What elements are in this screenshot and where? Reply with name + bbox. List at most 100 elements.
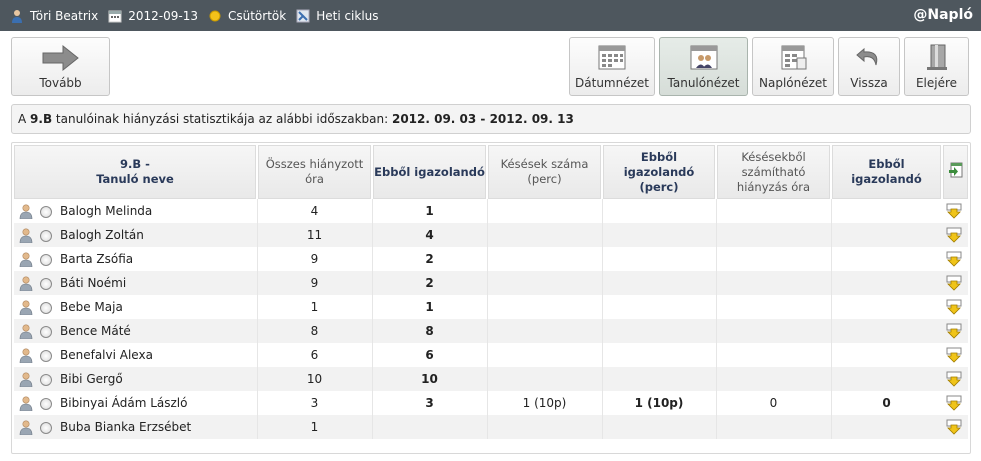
download-icon[interactable] <box>946 347 962 366</box>
download-icon[interactable] <box>946 299 962 318</box>
download-icon[interactable] <box>946 371 962 390</box>
cell-late-excusable: 1 (10p) <box>634 396 684 410</box>
download-icon[interactable] <box>946 419 962 438</box>
student-name[interactable]: Bebe Maja <box>14 295 256 319</box>
absence-table: 9.B - Tanuló neve Összes hiányzott óra E… <box>11 142 971 454</box>
download-icon[interactable] <box>946 227 962 246</box>
cycle-info[interactable]: Heti ciklus <box>296 8 379 23</box>
cell-missed-excusable: 3 <box>425 396 434 410</box>
cell-late-hours <box>717 415 830 439</box>
info-middle: tanulóinak hiányzási statisztikája az al… <box>52 112 392 126</box>
student-name[interactable]: Balogh Zoltán <box>14 223 256 247</box>
cell-late-hours <box>717 247 830 271</box>
cycle-name: Heti ciklus <box>316 8 379 23</box>
student-name[interactable]: Balogh Melinda <box>14 199 256 223</box>
back-button[interactable]: Vissza <box>838 37 900 96</box>
first-button[interactable]: Elejére <box>904 37 969 96</box>
date-view-button[interactable]: Dátumnézet <box>569 37 655 96</box>
sun-icon <box>208 9 222 23</box>
cell-late-excusable <box>603 247 715 271</box>
user-info[interactable]: Töri Beatrix <box>10 9 98 23</box>
student-view-label: Tanulónézet <box>667 76 740 90</box>
cell-missed-excusable: 1 <box>425 204 434 218</box>
cell-missed-total: 1 <box>310 420 319 434</box>
table-row: Barta Zsófia 9 2 <box>14 247 968 271</box>
first-button-label: Elejére <box>915 76 958 90</box>
calendar-people-icon <box>689 43 719 74</box>
cell-late-count <box>488 271 601 295</box>
cell-late-hours <box>717 343 830 367</box>
header-missed-total[interactable]: Összes hiányzott óra <box>258 145 371 199</box>
cell-late-hours <box>717 367 830 391</box>
top-bar: Töri Beatrix 2012-09-13 Csütörtök Heti c… <box>0 0 981 31</box>
cell-late-excusable <box>603 295 715 319</box>
cell-late-count <box>488 343 601 367</box>
cell-late-hours-excusable <box>832 319 941 343</box>
student-name[interactable]: Bibinyai Ádám László <box>14 391 256 415</box>
header-late-hours-excusable[interactable]: Ebből igazolandó <box>832 145 941 199</box>
diary-view-button[interactable]: Naplónézet <box>752 37 834 96</box>
table-row: Bibinyai Ádám László 3 3 1 (10p) 1 (10p) 0 0 <box>14 391 968 415</box>
cell-late-count <box>488 319 601 343</box>
header-missed-excusable[interactable]: Ebből igazolandó <box>373 145 486 199</box>
cell-missed-excusable: 2 <box>425 276 434 290</box>
header-late-count[interactable]: Késések száma (perc) <box>488 145 601 199</box>
info-period: 2012. 09. 03 - 2012. 09. 13 <box>391 112 574 126</box>
table-row: Balogh Melinda 4 1 <box>14 199 968 223</box>
back-button-label: Vissza <box>850 76 888 90</box>
student-name[interactable]: Buba Bianka Erzsébet <box>14 415 256 439</box>
flag-icon <box>296 9 310 23</box>
brand-logo[interactable]: @Napló <box>913 7 973 23</box>
cell-late-hours-excusable <box>832 247 941 271</box>
cell-late-hours-excusable <box>832 295 941 319</box>
undo-icon <box>854 43 884 74</box>
export-excel-button[interactable] <box>943 145 968 199</box>
student-view-button[interactable]: Tanulónézet <box>659 37 748 96</box>
cell-late-hours-excusable <box>832 199 941 223</box>
day-info[interactable]: Csütörtök <box>208 9 286 23</box>
download-icon[interactable] <box>946 275 962 294</box>
download-icon[interactable] <box>946 203 962 222</box>
info-prefix: A <box>18 112 31 126</box>
cell-missed-excusable: 4 <box>425 228 434 242</box>
next-button[interactable]: Tovább <box>11 37 110 96</box>
toolbar: Tovább Dátumnézet Tanulónézet Naplónézet… <box>11 37 971 97</box>
cell-late-hours-excusable <box>832 223 941 247</box>
cell-late-excusable <box>603 223 715 247</box>
user-icon <box>10 9 24 23</box>
next-button-label: Tovább <box>39 76 82 90</box>
header-late-excusable[interactable]: Ebből igazolandó (perc) <box>603 145 715 199</box>
calendar-grid-icon <box>597 43 627 74</box>
table-row: Bebe Maja 1 1 <box>14 295 968 319</box>
cell-missed-total: 10 <box>306 372 323 386</box>
table-row: Bence Máté 8 8 <box>14 319 968 343</box>
student-name[interactable]: Barta Zsófia <box>14 247 256 271</box>
cell-missed-total: 4 <box>310 204 319 218</box>
download-icon[interactable] <box>946 395 962 414</box>
cell-missed-total: 8 <box>310 324 319 338</box>
cell-late-count <box>488 223 601 247</box>
table-row: Buba Bianka Erzsébet 1 <box>14 415 968 439</box>
header-late-hours[interactable]: Késésekből számítható hiányzás óra <box>717 145 830 199</box>
cell-late-count <box>488 367 601 391</box>
student-name[interactable]: Benefalvi Alexa <box>14 343 256 367</box>
cell-late-excusable <box>603 343 715 367</box>
date-view-label: Dátumnézet <box>575 76 649 90</box>
current-date: 2012-09-13 <box>128 8 198 23</box>
header-name-label: Tanuló neve <box>96 172 174 186</box>
cell-missed-total: 1 <box>310 300 319 314</box>
cell-missed-total: 3 <box>310 396 319 410</box>
cell-late-hours <box>717 271 830 295</box>
calendar-icon <box>108 9 122 23</box>
cell-late-excusable <box>603 319 715 343</box>
table-row: Báti Noémi 9 2 <box>14 271 968 295</box>
download-icon[interactable] <box>946 251 962 270</box>
student-name[interactable]: Bence Máté <box>14 319 256 343</box>
student-name[interactable]: Báti Noémi <box>14 271 256 295</box>
cell-late-excusable <box>603 271 715 295</box>
cell-late-count <box>488 295 601 319</box>
header-student-name[interactable]: 9.B - Tanuló neve <box>14 145 256 199</box>
student-name[interactable]: Bibi Gergő <box>14 367 256 391</box>
download-icon[interactable] <box>946 323 962 342</box>
date-info[interactable]: 2012-09-13 <box>108 9 198 23</box>
